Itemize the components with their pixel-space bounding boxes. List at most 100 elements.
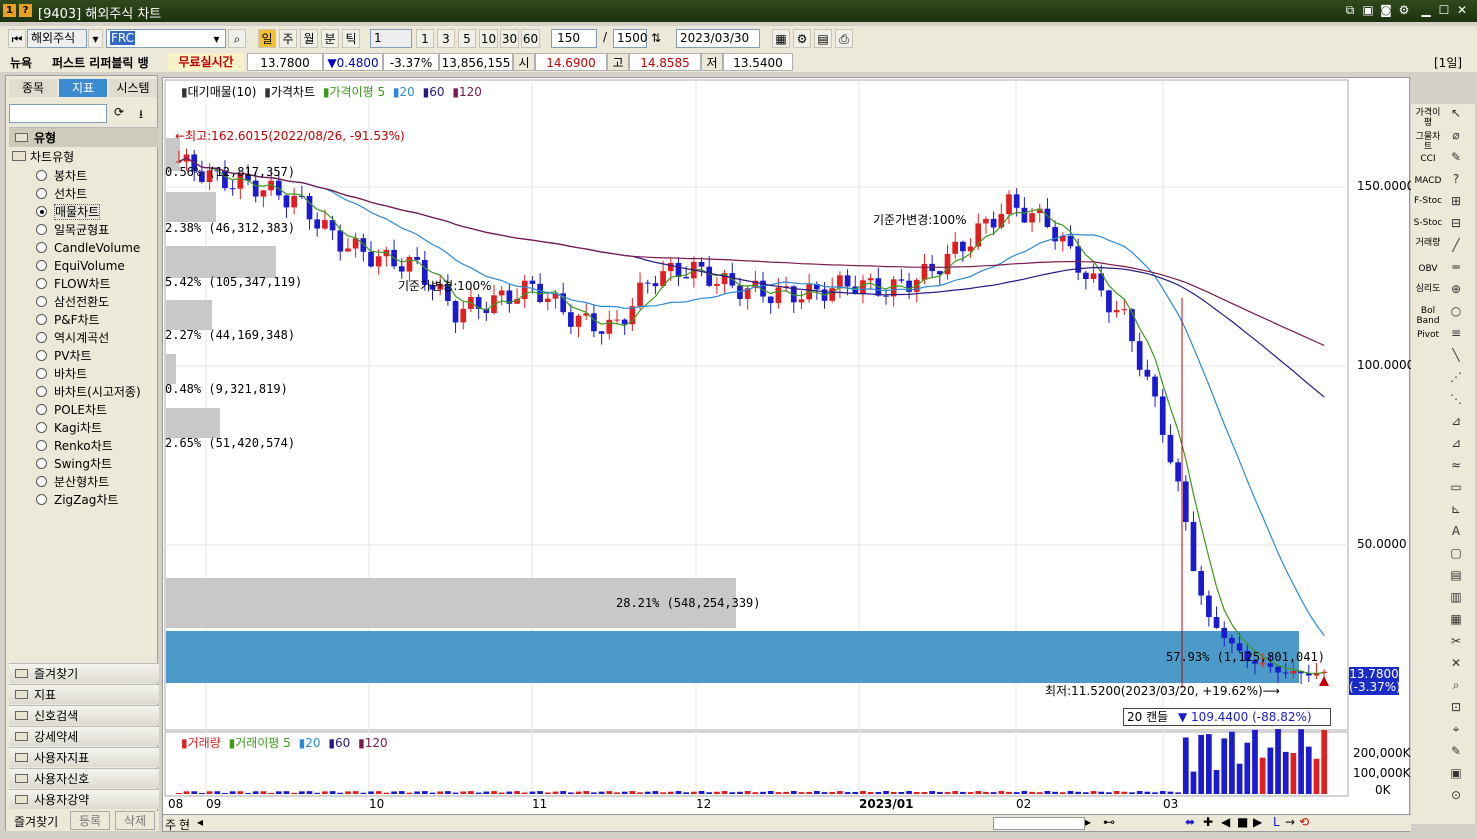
drawing-tool-29-icon[interactable]: ✎ <box>1447 744 1465 760</box>
zoom-out-icon[interactable]: ⬌ <box>1185 815 1195 829</box>
scroll-left-icon[interactable]: ◂ <box>197 815 203 829</box>
drawing-tool-30-icon[interactable]: ▣ <box>1447 766 1465 782</box>
section-type[interactable]: 유형 <box>9 127 159 147</box>
gear-icon[interactable]: ⚙ <box>1397 3 1411 17</box>
chart-type-3[interactable]: 일목균형표 <box>36 221 109 239</box>
next-icon[interactable]: ▶ <box>1253 815 1262 829</box>
drawing-tool-17-icon[interactable]: ▭ <box>1447 480 1465 496</box>
chart-type-0[interactable]: 봉차트 <box>36 167 87 185</box>
first-icon[interactable]: ⏮ <box>8 29 26 48</box>
interval-select[interactable]: 1 <box>370 29 412 48</box>
indicator-4[interactable]: F-Stoc <box>1413 196 1443 206</box>
stop-icon[interactable]: ■ <box>1237 815 1248 829</box>
drawing-tool-12-icon[interactable]: ⋰ <box>1447 370 1465 386</box>
bookmark-label[interactable]: 즐겨찾기 <box>14 813 58 830</box>
reset-icon[interactable]: ⟲ <box>1299 815 1309 829</box>
drawing-tool-16-icon[interactable]: ≈ <box>1447 458 1465 474</box>
register-button[interactable]: 등록 <box>70 811 110 830</box>
count-input[interactable]: 150 <box>551 29 597 48</box>
camera-icon[interactable]: ◙ <box>1379 3 1393 17</box>
interval-10[interactable]: 10 <box>479 29 498 48</box>
indicator-search-input[interactable] <box>9 104 107 123</box>
status-current[interactable]: 현 <box>179 816 190 833</box>
drawing-tool-26-icon[interactable]: ⌕ <box>1447 678 1465 694</box>
radio-icon[interactable] <box>36 224 47 235</box>
interval-3[interactable]: 3 <box>437 29 455 48</box>
drawing-tool-31-icon[interactable]: ⊙ <box>1447 788 1465 804</box>
period-minute[interactable]: 분 <box>321 29 339 48</box>
radio-icon[interactable] <box>36 350 47 361</box>
drawing-tool-14-icon[interactable]: ⊿ <box>1447 414 1465 430</box>
chart-type-7[interactable]: 삼선전환도 <box>36 293 109 311</box>
interval-1[interactable]: 1 <box>416 29 434 48</box>
chart-type-5[interactable]: EquiVolume <box>36 257 125 275</box>
scrollbar[interactable] <box>993 817 1085 830</box>
drawing-tool-8-icon[interactable]: ⊕ <box>1447 282 1465 298</box>
chart-type-4[interactable]: CandleVolume <box>36 239 140 257</box>
drawing-tool-20-icon[interactable]: ▢ <box>1447 546 1465 562</box>
radio-icon[interactable] <box>36 188 47 199</box>
max-count-input[interactable]: 1500 <box>613 29 648 48</box>
interval-60[interactable]: 60 <box>521 29 540 48</box>
category-2[interactable]: 신호검색 <box>9 705 159 725</box>
drawing-tool-7-icon[interactable]: ═ <box>1447 260 1465 276</box>
range-icon[interactable]: ⇅ <box>649 29 663 48</box>
period-day[interactable]: 일 <box>258 29 276 48</box>
tab-indicator[interactable]: 지표 <box>59 79 107 97</box>
layout-icon[interactable]: ▦ <box>772 29 790 48</box>
indicator-1[interactable]: 그물차트 <box>1413 132 1443 152</box>
category-3[interactable]: 강세약세 <box>9 726 159 746</box>
chart-type-9[interactable]: 역시계곡선 <box>36 329 109 347</box>
indicator-2[interactable]: CCI <box>1413 154 1443 164</box>
drawing-tool-13-icon[interactable]: ⋱ <box>1447 392 1465 408</box>
chart-type-8[interactable]: P&F차트 <box>36 311 100 329</box>
chart-type-2[interactable]: 매물차트 <box>36 203 101 221</box>
print-icon[interactable]: ⎙ <box>835 29 853 48</box>
tab-stock[interactable]: 종목 <box>9 79 57 97</box>
chart-type-group[interactable]: 차트유형 <box>12 148 74 165</box>
chart-type-11[interactable]: 바차트 <box>36 365 87 383</box>
chart-type-17[interactable]: 분산형차트 <box>36 473 109 491</box>
indicator-3[interactable]: MACD <box>1413 176 1443 186</box>
drawing-tool-28-icon[interactable]: ⌖ <box>1447 722 1465 738</box>
category-5[interactable]: 사용자신호 <box>9 768 159 788</box>
category-6[interactable]: 사용자강약 <box>9 789 159 809</box>
zoom-in-icon[interactable]: ✚ <box>1203 815 1213 829</box>
radio-icon[interactable] <box>36 404 47 415</box>
radio-icon[interactable] <box>36 368 47 379</box>
category-1[interactable]: 지표 <box>9 684 159 704</box>
tab-system[interactable]: 시스템 <box>109 79 157 97</box>
interval-5[interactable]: 5 <box>458 29 476 48</box>
drawing-tool-4-icon[interactable]: ⊞ <box>1447 194 1465 210</box>
chart-type-15[interactable]: Renko차트 <box>36 437 113 455</box>
save-icon[interactable]: ▤ <box>814 29 832 48</box>
chart-type-10[interactable]: PV차트 <box>36 347 92 365</box>
drawing-tool-23-icon[interactable]: ▦ <box>1447 612 1465 628</box>
radio-icon[interactable] <box>36 170 47 181</box>
drawing-tool-25-icon[interactable]: ✕ <box>1447 656 1465 672</box>
download-icon[interactable]: ⭳ <box>132 105 150 123</box>
period-month[interactable]: 월 <box>300 29 318 48</box>
drawing-tool-21-icon[interactable]: ▤ <box>1447 568 1465 584</box>
radio-icon[interactable] <box>36 242 47 253</box>
market-select[interactable]: 해외주식 <box>27 29 87 48</box>
indicator-9[interactable]: Bol Band <box>1413 306 1443 326</box>
date-input[interactable]: 2023/03/30 <box>676 29 760 48</box>
goto-end-icon[interactable]: → <box>1285 815 1295 829</box>
drawing-tool-19-icon[interactable]: A <box>1447 524 1465 540</box>
copy-icon[interactable]: ▣ <box>1361 3 1375 17</box>
symbol-input[interactable]: FRC <box>106 29 226 48</box>
drawing-tool-1-icon[interactable]: ⌀ <box>1447 128 1465 144</box>
chart-type-13[interactable]: POLE차트 <box>36 401 107 419</box>
delete-button[interactable]: 삭제 <box>115 811 155 830</box>
radio-icon[interactable] <box>36 332 47 343</box>
scroll-right-icon[interactable]: ▸ <box>1085 815 1091 829</box>
drawing-tool-0-icon[interactable]: ↖ <box>1447 106 1465 122</box>
category-4[interactable]: 사용자지표 <box>9 747 159 767</box>
chart-area[interactable]: ▮대기매물(10) ▮가격차트 ▮가격이평 5 ▮20 ▮60 ▮120 ▮거래… <box>162 77 1414 833</box>
link-icon[interactable]: ⧉ <box>1343 3 1357 17</box>
period-week[interactable]: 주 <box>279 29 297 48</box>
radio-icon[interactable] <box>36 296 47 307</box>
log-icon[interactable]: L <box>1273 815 1280 829</box>
drawing-tool-22-icon[interactable]: ▥ <box>1447 590 1465 606</box>
